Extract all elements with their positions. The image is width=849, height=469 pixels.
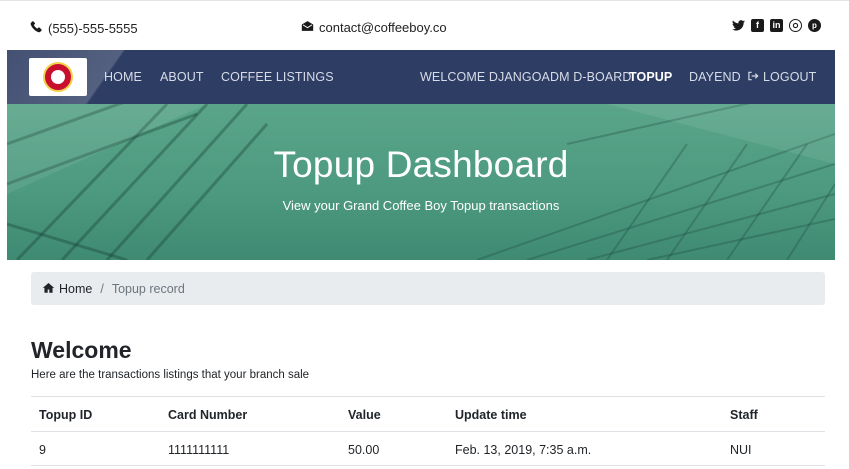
nav-home[interactable]: HOME: [104, 70, 142, 84]
header-card-number: Card Number: [168, 408, 248, 422]
topup-table: Topup ID Card Number Value Update time S…: [31, 396, 825, 466]
table-row: 9 1111111111 50.00 Feb. 13, 2019, 7:35 a…: [31, 431, 825, 466]
nav-dayend[interactable]: DAYEND: [689, 70, 741, 84]
breadcrumb-home-label: Home: [59, 281, 93, 296]
phone-icon: [30, 20, 43, 36]
coffee-badge-icon: [43, 62, 73, 92]
email-address: contact@coffeeboy.co: [319, 20, 447, 35]
twitter-icon[interactable]: [732, 19, 745, 32]
linkedin-icon[interactable]: in: [770, 19, 783, 32]
facebook-icon[interactable]: f: [751, 19, 764, 32]
cell-topup-id: 9: [39, 443, 46, 457]
nav-welcome-dashboard[interactable]: WELCOME DJANGOADM D-BOARD: [420, 70, 632, 84]
main-navbar: HOME ABOUT COFFEE LISTINGS WELCOME DJANG…: [7, 50, 835, 104]
home-icon: [42, 282, 55, 296]
cell-card-number: 1111111111: [168, 443, 230, 457]
breadcrumb: Home / Topup record: [31, 272, 825, 305]
brand-logo[interactable]: [29, 58, 87, 96]
logout-label: LOGOUT: [763, 70, 817, 84]
sign-out-icon: [748, 70, 759, 84]
social-links: f in p: [732, 19, 821, 32]
nav-coffee-listings[interactable]: COFFEE LISTINGS: [221, 70, 334, 84]
contact-bar: (555)-555-5555 contact@coffeeboy.co f in…: [0, 0, 849, 50]
phone-number: (555)-555-5555: [48, 20, 138, 36]
pinterest-icon[interactable]: p: [808, 19, 821, 32]
header-update-time: Update time: [455, 408, 527, 422]
hero-subtitle: View your Grand Coffee Boy Topup transac…: [282, 198, 560, 213]
email-contact[interactable]: contact@coffeeboy.co: [301, 20, 447, 35]
nav-logout[interactable]: LOGOUT: [748, 70, 816, 84]
instagram-icon[interactable]: [789, 19, 802, 32]
envelope-icon: [301, 20, 314, 35]
cell-staff: NUI: [730, 443, 752, 457]
breadcrumb-separator: /: [100, 281, 104, 296]
hero-title: Topup Dashboard: [273, 144, 569, 185]
page-title: Welcome: [31, 337, 132, 363]
header-topup-id: Topup ID: [39, 408, 93, 422]
cell-update-time: Feb. 13, 2019, 7:35 a.m.: [455, 443, 592, 457]
nav-topup[interactable]: TOPUP: [629, 70, 672, 84]
phone-contact[interactable]: (555)-555-5555: [30, 20, 138, 36]
page-description: Here are the transactions listings that …: [31, 369, 310, 381]
nav-about[interactable]: ABOUT: [160, 70, 204, 84]
header-staff: Staff: [730, 408, 758, 422]
cell-value: 50.00: [348, 443, 380, 457]
header-value: Value: [348, 408, 381, 422]
breadcrumb-current: Topup record: [111, 281, 185, 296]
table-header-row: Topup ID Card Number Value Update time S…: [31, 396, 825, 431]
hero-banner: Topup Dashboard View your Grand Coffee B…: [7, 104, 835, 260]
breadcrumb-home[interactable]: Home: [42, 282, 92, 296]
